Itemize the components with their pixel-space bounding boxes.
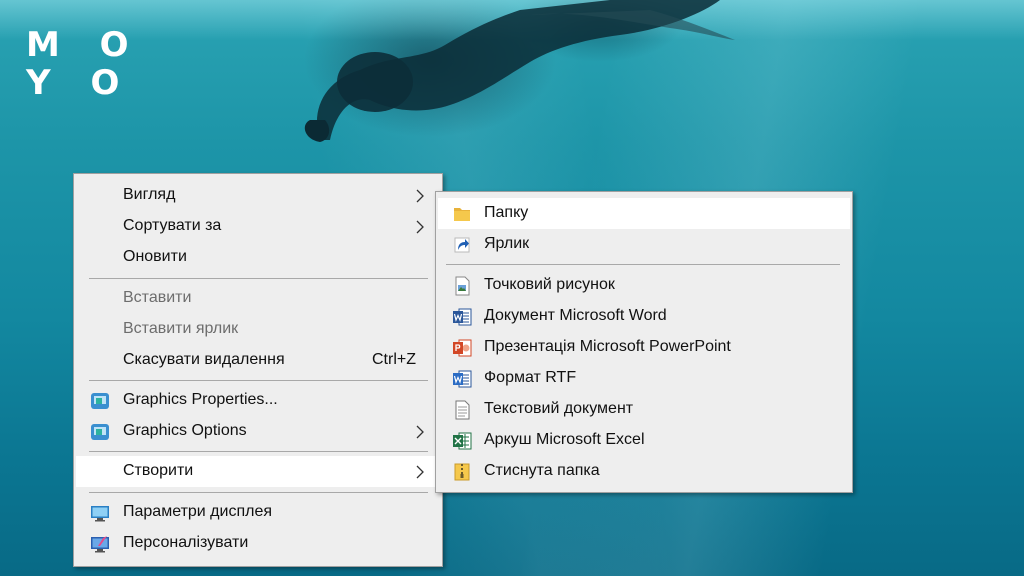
submenu-item-zip[interactable]: Стиснута папка [438, 456, 850, 487]
zip-folder-icon [454, 463, 470, 481]
submenu-item-label: Презентація Microsoft PowerPoint [484, 338, 731, 355]
submenu-item-label: Текстовий документ [484, 400, 634, 417]
menu-item-personalize[interactable]: Персоналізувати [76, 528, 440, 559]
menu-item-paste-shortcut: Вставити ярлик [76, 314, 440, 345]
submenu-item-label: Ярлик [484, 235, 530, 252]
text-document-icon [455, 400, 470, 420]
shortcut-text: Ctrl+Z [372, 351, 416, 368]
word-document-icon [453, 308, 472, 326]
menu-item-label: Сортувати за [123, 217, 222, 234]
menu-item-graphics-options[interactable]: Graphics Options [76, 416, 440, 447]
submenu-item-bitmap[interactable]: Точковий рисунок [438, 270, 850, 301]
menu-item-undo-delete[interactable]: Скасувати видалення Ctrl+Z [76, 345, 440, 376]
menu-separator [89, 451, 428, 452]
menu-item-label: Параметри дисплея [123, 503, 273, 520]
rtf-document-icon [453, 370, 472, 388]
display-settings-icon [91, 506, 109, 522]
chevron-right-icon [416, 220, 424, 234]
submenu-separator [446, 264, 840, 265]
menu-item-label: Graphics Properties... [123, 391, 278, 408]
submenu-item-label: Стиснута папка [484, 462, 600, 479]
submenu-item-label: Папку [484, 204, 529, 221]
menu-item-label: Вставити [123, 289, 192, 306]
chevron-right-icon [416, 465, 424, 479]
menu-item-display-settings[interactable]: Параметри дисплея [76, 497, 440, 528]
logo-line-1: M O [26, 25, 143, 65]
chevron-right-icon [416, 189, 424, 203]
menu-item-view[interactable]: Вигляд [76, 180, 440, 211]
submenu-item-rtf[interactable]: Формат RTF [438, 363, 850, 394]
menu-item-sort-by[interactable]: Сортувати за [76, 211, 440, 242]
menu-item-new[interactable]: Створити [76, 456, 440, 487]
submenu-item-label: Точковий рисунок [484, 276, 615, 293]
intel-graphics-icon [91, 424, 109, 440]
submenu-item-label: Аркуш Microsoft Excel [484, 431, 645, 448]
excel-icon [453, 432, 472, 450]
submenu-item-folder[interactable]: Папку [438, 198, 850, 229]
submenu-item-label: Формат RTF [484, 369, 577, 386]
submenu-item-powerpoint[interactable]: Презентація Microsoft PowerPoint [438, 332, 850, 363]
menu-item-label: Вставити ярлик [123, 320, 239, 337]
menu-item-label: Скасувати видалення [123, 351, 285, 368]
menu-item-label: Вигляд [123, 186, 176, 203]
bitmap-image-icon [455, 276, 470, 296]
submenu-item-label: Документ Microsoft Word [484, 307, 667, 324]
intel-graphics-icon [91, 393, 109, 409]
menu-separator [89, 278, 428, 279]
personalize-icon [91, 536, 109, 553]
menu-item-paste: Вставити [76, 283, 440, 314]
new-submenu: Папку Ярлик Точковий рисунок Документ Mi… [435, 191, 853, 493]
desktop-context-menu: Вигляд Сортувати за Оновити Вставити Вст… [73, 173, 443, 567]
chevron-right-icon [416, 425, 424, 439]
submenu-item-shortcut[interactable]: Ярлик [438, 229, 850, 260]
menu-separator [89, 492, 428, 493]
moyo-logo: M O Y O [26, 25, 143, 103]
shortcut-arrow-icon [454, 237, 470, 253]
menu-item-label: Graphics Options [123, 422, 247, 439]
menu-item-label: Оновити [123, 248, 187, 265]
powerpoint-icon [453, 339, 472, 357]
menu-separator [89, 380, 428, 381]
menu-item-refresh[interactable]: Оновити [76, 242, 440, 273]
logo-line-2: Y O [26, 63, 134, 103]
folder-icon [454, 208, 470, 221]
menu-item-label: Створити [123, 462, 194, 479]
menu-item-graphics-properties[interactable]: Graphics Properties... [76, 385, 440, 416]
submenu-item-text[interactable]: Текстовий документ [438, 394, 850, 425]
submenu-item-excel[interactable]: Аркуш Microsoft Excel [438, 425, 850, 456]
swimmer-silhouette [304, 0, 735, 142]
menu-item-label: Персоналізувати [123, 534, 249, 551]
submenu-item-word[interactable]: Документ Microsoft Word [438, 301, 850, 332]
